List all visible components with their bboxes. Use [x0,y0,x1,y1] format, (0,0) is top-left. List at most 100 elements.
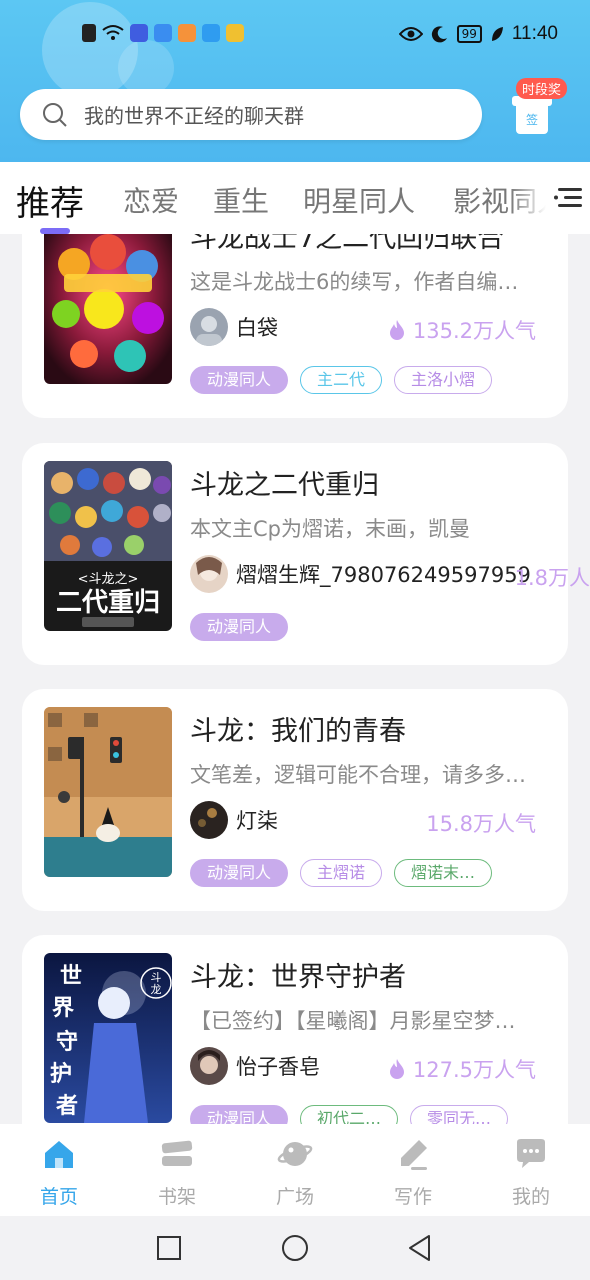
blue-app-icon [154,24,172,42]
flame-icon [389,1059,404,1079]
tag-list: 动漫同人 主二代 主洛小熠 [190,366,493,394]
weather-app-icon [202,24,220,42]
popularity-value: 127.5万人气 [412,1058,536,1082]
tab-celebrity-fanfic[interactable]: 明星同人 [303,180,415,220]
flame-icon [389,320,404,340]
avatar [190,308,228,346]
book-card[interactable]: 斗龙：我们的青春 文笔差，逻辑可能不合理，请多多… 灯柒 15.8万人气 动漫同… [22,689,568,911]
bookshelf-icon [161,1140,193,1166]
popularity-value: 1.8万人 [514,566,590,590]
svg-text:护: 护 [50,1062,72,1087]
book-title[interactable]: 斗龙：世界守护者 [190,955,406,994]
battery-level: 99 [456,25,482,43]
book-desc: 【已签约】【星曦阁】月影星空梦… [190,1009,516,1033]
tab-rebirth[interactable]: 重生 [213,180,269,220]
author-name: 熠熠生辉_798076249597959 [236,563,531,587]
book-feed[interactable]: 斗龙战士7之二代回归联合 这是斗龙战士6的续写，作者自编… 白袋 135.2万人… [0,234,590,1124]
tag[interactable]: 主熠诺 [300,859,383,887]
book-desc: 本文主Cp为熠诺，末画，凯曼 [190,517,470,541]
popularity: 135.2万人气 [389,315,536,345]
leaf-icon [491,27,503,41]
music-app-icon [130,24,148,42]
svg-text:龙: 龙 [151,983,162,996]
book-card[interactable]: 斗龙战士7之二代回归联合 这是斗龙战士6的续写，作者自编… 白袋 135.2万人… [22,234,568,418]
author-name: 灯柒 [236,809,278,833]
bottom-nav: 首页 书架 广场 写作 我的 [0,1124,590,1216]
category-tabs: 推荐 恋爱 重生 明星同人 影视同人 [0,162,590,234]
search-icon [43,102,67,127]
book-cover: <斗龙之> 二代重归 [44,461,172,631]
tag[interactable]: 主二代 [300,366,383,394]
checkin-badge: 时段奖 [516,78,568,99]
search-placeholder: 我的世界不正经的聊天群 [84,104,304,128]
tag[interactable]: 主洛小熠 [394,366,493,394]
status-bar: 99 11:40 [0,18,590,52]
recent-apps-icon[interactable] [157,1236,181,1260]
tab-recommend[interactable]: 推荐 [16,176,84,225]
svg-text:<斗龙之>: <斗龙之> [78,572,139,587]
svg-text:界: 界 [52,996,74,1021]
wifi-icon [102,25,124,40]
popularity-value: 135.2万人气 [412,319,536,343]
tag[interactable]: 动漫同人 [190,859,289,887]
home-circle-icon[interactable] [281,1234,309,1262]
tag-list: 动漫同人 [190,613,289,641]
book-cover [44,234,172,384]
avatar [190,1047,228,1085]
book-author[interactable]: 白袋 [190,308,278,346]
avatar [190,801,228,839]
eye-icon [398,27,423,41]
svg-text:守: 守 [56,1029,78,1055]
book-card[interactable]: <斗龙之> 二代重归 斗龙之二代重归 本文主Cp为熠诺，末画，凯曼 熠熠生辉_7… [22,443,590,665]
tag[interactable]: 初代二… [300,1105,399,1124]
tag-list: 动漫同人 主熠诺 熠诺末… [190,859,493,887]
book-desc: 这是斗龙战士6的续写，作者自编… [190,270,519,294]
tag-list: 动漫同人 初代二… 零同无… [190,1105,509,1124]
popularity-value: 15.8万人气 [426,812,536,836]
orange-app-icon [178,24,196,42]
clock: 11:40 [511,23,558,44]
nav-label: 写作 [393,1186,432,1208]
nav-square[interactable]: 广场 [255,1136,335,1209]
back-triangle-icon[interactable] [407,1234,433,1262]
pen-icon [401,1140,427,1170]
tag[interactable]: 动漫同人 [190,366,289,394]
book-title[interactable]: 斗龙战士7之二代回归联合 [190,234,504,255]
author-name: 白袋 [236,316,278,340]
tab-romance[interactable]: 恋爱 [123,180,179,220]
header: 99 11:40 我的世界不正经的聊天群 签 时段奖 [0,0,590,162]
svg-text:者: 者 [55,1094,78,1119]
yellow-app-icon [226,24,244,42]
popularity: 15.8万人气 [426,808,536,838]
book-cover: 世 界 守 护 者 斗 龙 [44,953,172,1123]
alert-icon [82,24,96,42]
nav-label: 书架 [157,1186,196,1208]
checkin-button[interactable]: 签 时段奖 [512,76,578,138]
planet-icon [277,1142,313,1166]
nav-mine[interactable]: 我的 [491,1136,571,1209]
book-desc: 文笔差，逻辑可能不合理，请多多… [190,763,526,787]
book-title[interactable]: 斗龙：我们的青春 [190,709,406,748]
book-card[interactable]: 世 界 守 护 者 斗 龙 斗龙：世界守护者 【已签约】【星曦阁】月影星空梦… … [22,935,568,1124]
nav-label: 我的 [511,1186,550,1208]
search-bar[interactable]: 我的世界不正经的聊天群 [20,89,482,140]
nav-label: 广场 [275,1186,314,1208]
book-author[interactable]: 熠熠生辉_798076249597959 [190,555,531,593]
nav-bookshelf[interactable]: 书架 [137,1136,217,1209]
chat-bubble-icon [517,1139,545,1168]
tag[interactable]: 动漫同人 [190,1105,289,1124]
nav-label: 首页 [39,1186,78,1208]
home-icon [45,1141,73,1168]
category-menu-icon[interactable] [552,184,584,212]
nav-home[interactable]: 首页 [19,1136,99,1209]
nav-write[interactable]: 写作 [373,1136,453,1209]
svg-text:世: 世 [60,964,82,989]
book-author[interactable]: 怡子香皂 [190,1047,320,1085]
tag[interactable]: 熠诺末… [394,859,493,887]
book-title[interactable]: 斗龙之二代重归 [190,463,379,502]
tag[interactable]: 零同无… [410,1105,509,1124]
tag[interactable]: 动漫同人 [190,613,289,641]
book-author[interactable]: 灯柒 [190,801,278,839]
system-nav-bar [0,1216,590,1280]
gift-icon: 签 [516,102,548,134]
